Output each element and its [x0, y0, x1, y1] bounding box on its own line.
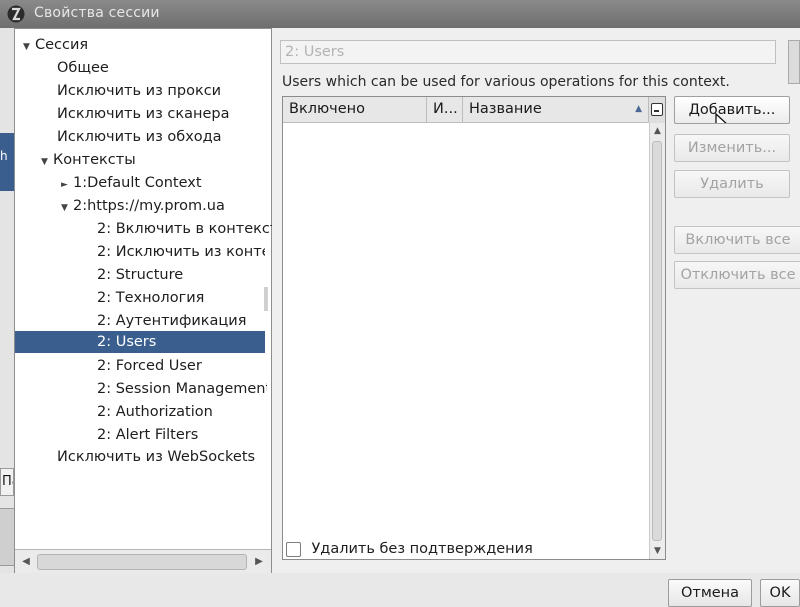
panel-edge: [788, 40, 800, 84]
tree-item-label: Сессия: [35, 37, 89, 53]
tree-item-alert-filters[interactable]: 2: Alert Filters: [97, 424, 198, 446]
tree-item-users[interactable]: 2: Users: [15, 331, 265, 353]
add-button[interactable]: Добавить...: [674, 96, 790, 124]
tree-vertical-scrollbar[interactable]: [263, 29, 271, 549]
table-vertical-scrollbar[interactable]: ▲ ▼: [649, 123, 665, 559]
ok-button[interactable]: OK: [760, 579, 800, 607]
scrollbar-thumb[interactable]: [652, 141, 662, 541]
column-picker-icon[interactable]: [649, 97, 665, 123]
tree-item-exclude-scanner[interactable]: Исключить из сканера: [57, 103, 230, 125]
tree-item-include-in-context[interactable]: 2: Включить в контекст: [97, 218, 278, 240]
scrollbar-grip[interactable]: [264, 287, 268, 311]
expanded-arrow-icon[interactable]: ▼: [41, 151, 53, 173]
tree-item-label: 2: Forced User: [97, 358, 202, 374]
scroll-up-icon[interactable]: ▲: [650, 123, 665, 139]
tree-item-label: 1:Default Context: [73, 175, 202, 191]
tree-item-technology[interactable]: 2: Технология: [97, 287, 204, 309]
tree-item-label: 2: Users: [97, 334, 157, 350]
tree-item-label: Исключить из сканера: [57, 106, 230, 122]
background-tab: h: [0, 133, 14, 191]
tree-item-label: Исключить из WebSockets: [57, 449, 256, 465]
users-panel: 2: Users Users which can be used for var…: [272, 28, 800, 573]
cancel-button[interactable]: Отмена: [668, 579, 752, 607]
background-tab-label: h: [0, 149, 8, 163]
tree-item-label: 2: Аутентификация: [97, 313, 247, 329]
column-header-name[interactable]: Название ▲: [463, 97, 649, 123]
tree-item-label: Контексты: [53, 152, 136, 168]
scroll-right-icon[interactable]: ▶: [251, 554, 267, 570]
zap-app-icon: [7, 5, 25, 23]
confirm-remove-label[interactable]: Удалить без подтверждения: [311, 541, 532, 557]
session-tree: ▼ Сессия Общее Исключить из прокси Исключ…: [14, 28, 278, 576]
expanded-arrow-icon[interactable]: ▼: [61, 197, 73, 219]
background-window-edge: h Па: [0, 28, 14, 604]
panel-title: 2: Users: [280, 40, 776, 64]
column-header-enabled[interactable]: Включено: [283, 97, 427, 123]
tree-item-label: Исключить из прокси: [57, 83, 222, 99]
disable-all-button[interactable]: Отключить все: [674, 261, 800, 289]
tree-item-label: Исключить из обхода: [57, 129, 222, 145]
tree-horizontal-scrollbar[interactable]: ◀ ▶: [15, 549, 271, 575]
tree-item-contexts[interactable]: ▼ Контексты: [41, 149, 136, 171]
expanded-arrow-icon[interactable]: ▼: [23, 36, 35, 58]
tree-item-general[interactable]: Общее: [57, 57, 109, 79]
remove-button[interactable]: Удалить: [674, 170, 790, 198]
tree-item-exclude-websockets[interactable]: Исключить из WebSockets: [57, 446, 255, 468]
tree-item-label: 2: Исключить из контекста: [97, 244, 265, 260]
panel-description: Users which can be used for various oper…: [282, 74, 730, 90]
tree-item-label: 2: Alert Filters: [97, 427, 199, 443]
title-bar: Свойства сессии: [0, 0, 800, 28]
table-header: Включено И... Название ▲: [283, 97, 665, 123]
tree-item-structure[interactable]: 2: Structure: [97, 264, 183, 286]
tree-item-label: 2: Session Management: [97, 381, 267, 397]
confirm-remove-checkbox[interactable]: [286, 541, 301, 557]
dialog-footer: Отмена OK: [0, 573, 800, 607]
tree-item-exclude-from-context[interactable]: 2: Исключить из контекста: [97, 241, 265, 263]
scroll-down-icon[interactable]: ▼: [650, 543, 665, 559]
tree-item-label: 2: Structure: [97, 267, 184, 283]
tree-item-label: Общее: [57, 60, 109, 76]
tree-item-prom-context[interactable]: ▼ 2:https://my.prom.ua: [61, 195, 225, 217]
enable-all-button[interactable]: Включить все: [674, 226, 800, 254]
tree-item-exclude-proxy[interactable]: Исключить из прокси: [57, 80, 221, 102]
background-edge-label: Па: [0, 468, 14, 496]
confirm-remove-row[interactable]: Удалить без подтверждения: [286, 541, 533, 561]
sort-ascending-icon: ▲: [635, 104, 642, 114]
mouse-cursor-icon: [715, 113, 727, 123]
tree-item-label: 2: Authorization: [97, 404, 213, 420]
collapsed-arrow-icon[interactable]: ►: [61, 174, 73, 196]
tree-item-forced-user[interactable]: 2: Forced User: [97, 355, 202, 377]
edit-button[interactable]: Изменить...: [674, 134, 790, 162]
tree-item-authorization[interactable]: 2: Authorization: [97, 401, 213, 423]
scroll-left-icon[interactable]: ◀: [18, 554, 34, 570]
tree-item-label: 2: Технология: [97, 290, 205, 306]
tree-item-authentication[interactable]: 2: Аутентификация: [97, 310, 246, 332]
column-header-id[interactable]: И...: [427, 97, 463, 123]
tree-item-label: 2:https://my.prom.ua: [73, 198, 225, 214]
window-title: Свойства сессии: [34, 5, 160, 21]
tree-item-session-management[interactable]: 2: Session Management: [97, 378, 267, 400]
tree-item-session[interactable]: ▼ Сессия: [23, 34, 88, 56]
column-header-name-label: Название: [469, 101, 542, 117]
tree-item-default-context[interactable]: ► 1:Default Context: [61, 172, 202, 194]
tree-item-exclude-spider[interactable]: Исключить из обхода: [57, 126, 222, 148]
scrollbar-thumb[interactable]: [37, 554, 247, 570]
tree-item-label: 2: Включить в контекст: [97, 221, 279, 237]
background-edge-box: [0, 508, 14, 566]
users-table[interactable]: Включено И... Название ▲ ▲ ▼: [282, 96, 666, 560]
